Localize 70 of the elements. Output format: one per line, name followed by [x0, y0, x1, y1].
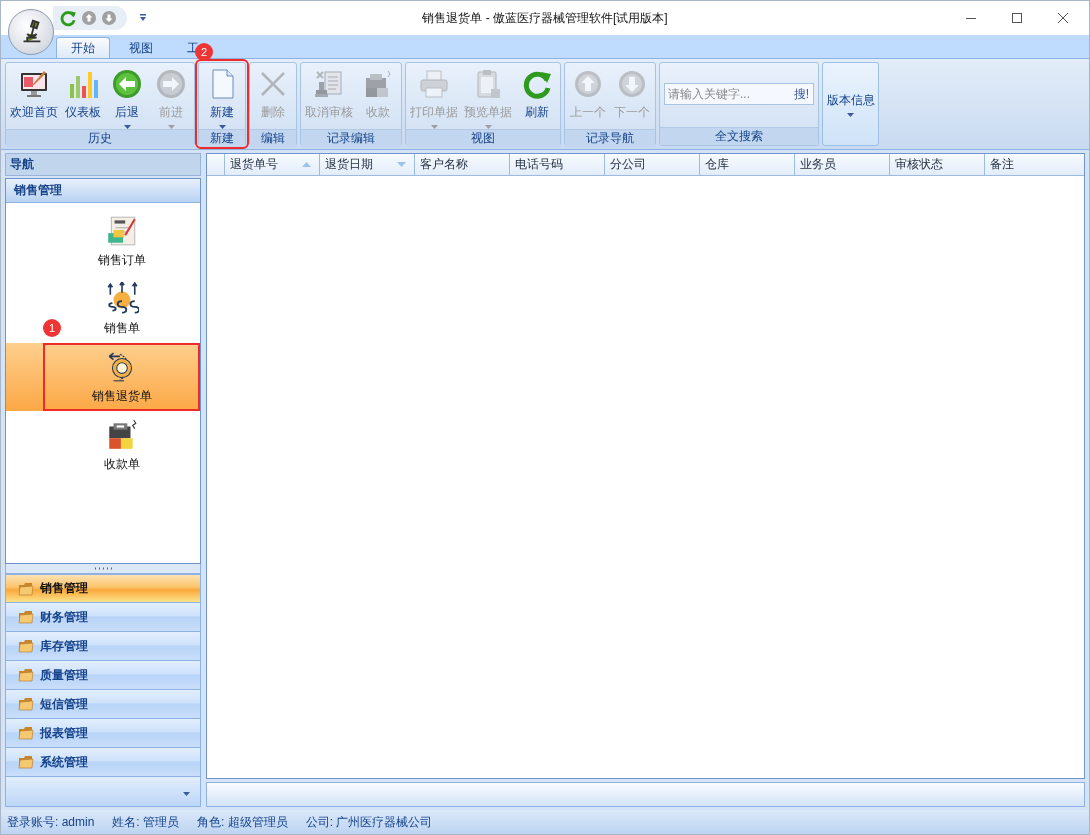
navigation-group[interactable]: 质量管理: [5, 661, 201, 690]
nav-item-label: 收款单: [103, 455, 140, 473]
printer-icon: [418, 68, 450, 100]
sort-descending-icon: [397, 162, 406, 167]
ribbon-button[interactable]: 版本信息: [822, 62, 879, 146]
status-text: 姓名: 管理员: [112, 813, 180, 831]
close-icon[interactable]: [1057, 12, 1069, 24]
nav-item[interactable]: 销售单: [103, 275, 140, 343]
group-caption: 记录编辑: [301, 129, 401, 147]
nav-item-label: 销售退货单: [91, 387, 152, 405]
column-header[interactable]: 审核状态: [890, 154, 985, 175]
folder-icon: [18, 697, 34, 711]
navigation-group[interactable]: 库存管理: [5, 632, 201, 661]
monitor-icon: [18, 68, 50, 100]
navigation-header: 导航: [5, 153, 201, 176]
ribbon-button[interactable]: 后退: [105, 65, 149, 129]
ribbon-button[interactable]: 新建: [200, 65, 244, 129]
column-header[interactable]: 备注: [985, 154, 1084, 175]
nav-item[interactable]: 销售退货单: [91, 343, 152, 411]
status-text: 公司: 广州医疗器械公司: [305, 813, 433, 831]
group-caption: 记录导航: [565, 129, 655, 147]
column-header[interactable]: 退货日期: [320, 154, 415, 175]
ribbon-tab[interactable]: 视图: [114, 37, 168, 58]
column-header[interactable]: 分公司: [605, 154, 700, 175]
refresh-icon[interactable]: [59, 9, 77, 27]
group-caption: 历史: [6, 129, 194, 147]
navigation-group[interactable]: 销售管理: [5, 574, 201, 603]
nav-item[interactable]: 收款单: [103, 411, 140, 479]
window-title: 销售退货单 - 傲蓝医疗器械管理软件[试用版本]: [422, 9, 668, 27]
navigation-group[interactable]: 报表管理: [5, 719, 201, 748]
group-caption: 编辑: [250, 129, 296, 147]
group-caption: 全文搜索: [660, 127, 818, 145]
column-header[interactable]: 客户名称: [415, 154, 510, 175]
navigation-group[interactable]: 系统管理: [5, 748, 201, 777]
search-button[interactable]: 搜!: [789, 85, 813, 103]
column-header[interactable]: 退货单号: [225, 154, 320, 175]
group-caption: 新建: [199, 129, 245, 147]
maximize-icon[interactable]: [1011, 12, 1023, 24]
folder-icon: [18, 610, 34, 624]
column-header[interactable]: 仓库: [700, 154, 795, 175]
nav-item[interactable]: 销售订单: [97, 207, 146, 275]
ribbon-tab[interactable]: 开始: [56, 37, 110, 58]
app-menu-button[interactable]: [8, 9, 54, 55]
nav-item-label: 销售订单: [97, 251, 146, 269]
column-header[interactable]: 电话号码: [510, 154, 605, 175]
folder-icon: [18, 639, 34, 653]
status-text: 登录账号: admin: [7, 813, 95, 831]
splitter-handle[interactable]: [5, 564, 201, 574]
navigation-group[interactable]: 财务管理: [5, 603, 201, 632]
group-caption: 视图: [406, 129, 560, 147]
folder-icon: [18, 668, 34, 682]
step-badge: 1: [43, 319, 61, 337]
status-text: 角色: 超级管理员: [197, 813, 288, 831]
ribbon-button[interactable]: 欢迎首页: [7, 65, 61, 129]
navigation-group[interactable]: 短信管理: [5, 690, 201, 719]
ribbon-button[interactable]: 仪表板: [61, 65, 105, 129]
section-header: 销售管理: [6, 179, 200, 203]
sort-ascending-icon: [302, 162, 311, 167]
step-badge: 2: [195, 43, 213, 61]
ribbon-button[interactable]: 刷新: [515, 65, 559, 129]
customize-dropdown-icon[interactable]: [139, 14, 147, 22]
folder-icon: [18, 755, 34, 769]
stamp-document-icon: [313, 68, 345, 100]
search-field[interactable]: 请输入关键字... 搜!: [664, 83, 814, 105]
folder-icon: [18, 726, 34, 740]
nav-item-label: 销售单: [103, 319, 140, 337]
column-header[interactable]: 业务员: [795, 154, 890, 175]
caret-icon: [847, 112, 854, 117]
chevron-down-icon[interactable]: [183, 792, 190, 796]
folder-icon: [18, 581, 34, 596]
